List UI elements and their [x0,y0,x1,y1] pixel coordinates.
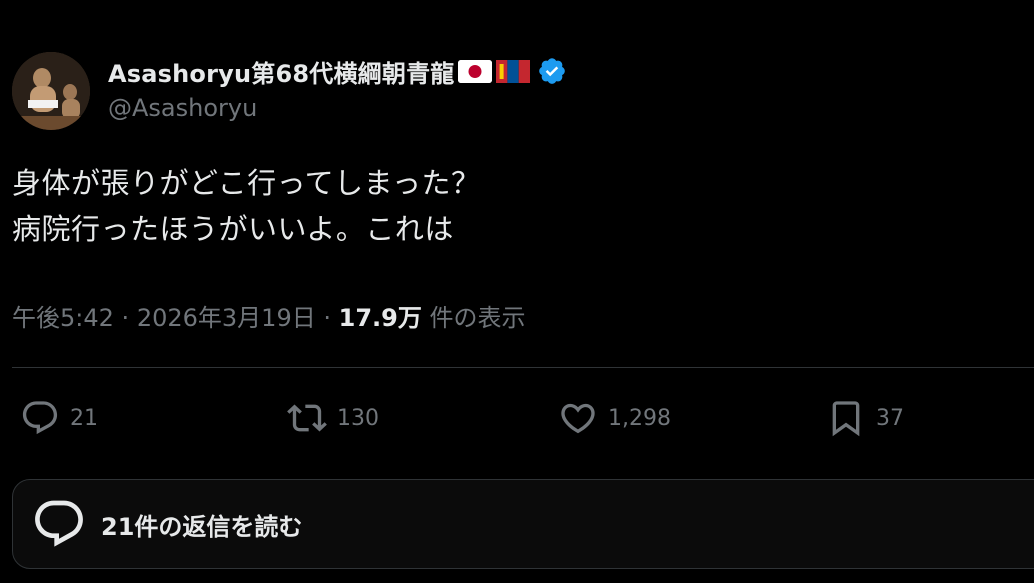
reply-bubble-icon [35,500,83,547]
bookmark-count: 37 [876,405,904,431]
heart-icon [561,403,595,434]
author-handle[interactable]: @Asashoryu [108,94,567,122]
like-button[interactable]: 1,298 [558,396,671,440]
avatar-photo [12,52,90,130]
views-label: 件の表示 [429,304,526,332]
display-name-row: Asashoryu第68代横綱朝青龍 [108,54,567,88]
post-text-line: 身体が張りがどこ行ってしまった？ [12,166,481,200]
post-meta: 午後5:42 · 2026年3月19日 · 17.9万 件の表示 [12,298,526,333]
post-detail: Asashoryu第68代横綱朝青龍 @Asashoryu 身体が張りがどこ行っ… [0,0,1034,583]
repost-count: 130 [337,405,379,431]
bookmark-button[interactable]: 37 [826,396,904,440]
reply-button[interactable]: 21 [20,396,98,440]
views-count[interactable]: 17.9万 [339,304,422,332]
bookmark-icon [832,401,860,437]
divider [12,367,1034,368]
reply-count: 21 [70,405,98,431]
reply-icon [22,401,58,435]
repost-button[interactable]: 130 [287,396,379,440]
repost-icon [287,404,327,432]
verified-badge-icon [539,58,566,84]
post-date[interactable]: 2026年3月19日 [137,304,316,332]
japan-flag-icon [458,59,493,83]
author-info: Asashoryu第68代横綱朝青龍 @Asashoryu [108,54,567,122]
meta-separator: · [121,304,130,332]
post-text: 身体が張りがどこ行ってしまった？ 病院行ったほうがいいよ。これは [12,160,481,252]
like-count: 1,298 [608,405,671,431]
author-avatar[interactable] [12,52,90,130]
read-replies-label: 21件の返信を読む [101,512,303,541]
mongolia-flag-icon [496,59,531,83]
meta-separator: · [323,304,331,332]
read-replies-button[interactable]: 21件の返信を読む [12,479,1034,569]
post-time[interactable]: 午後5:42 [12,304,114,332]
display-name[interactable]: Asashoryu第68代横綱朝青龍 [108,54,454,89]
post-text-line: 病院行ったほうがいいよ。これは [12,212,454,246]
